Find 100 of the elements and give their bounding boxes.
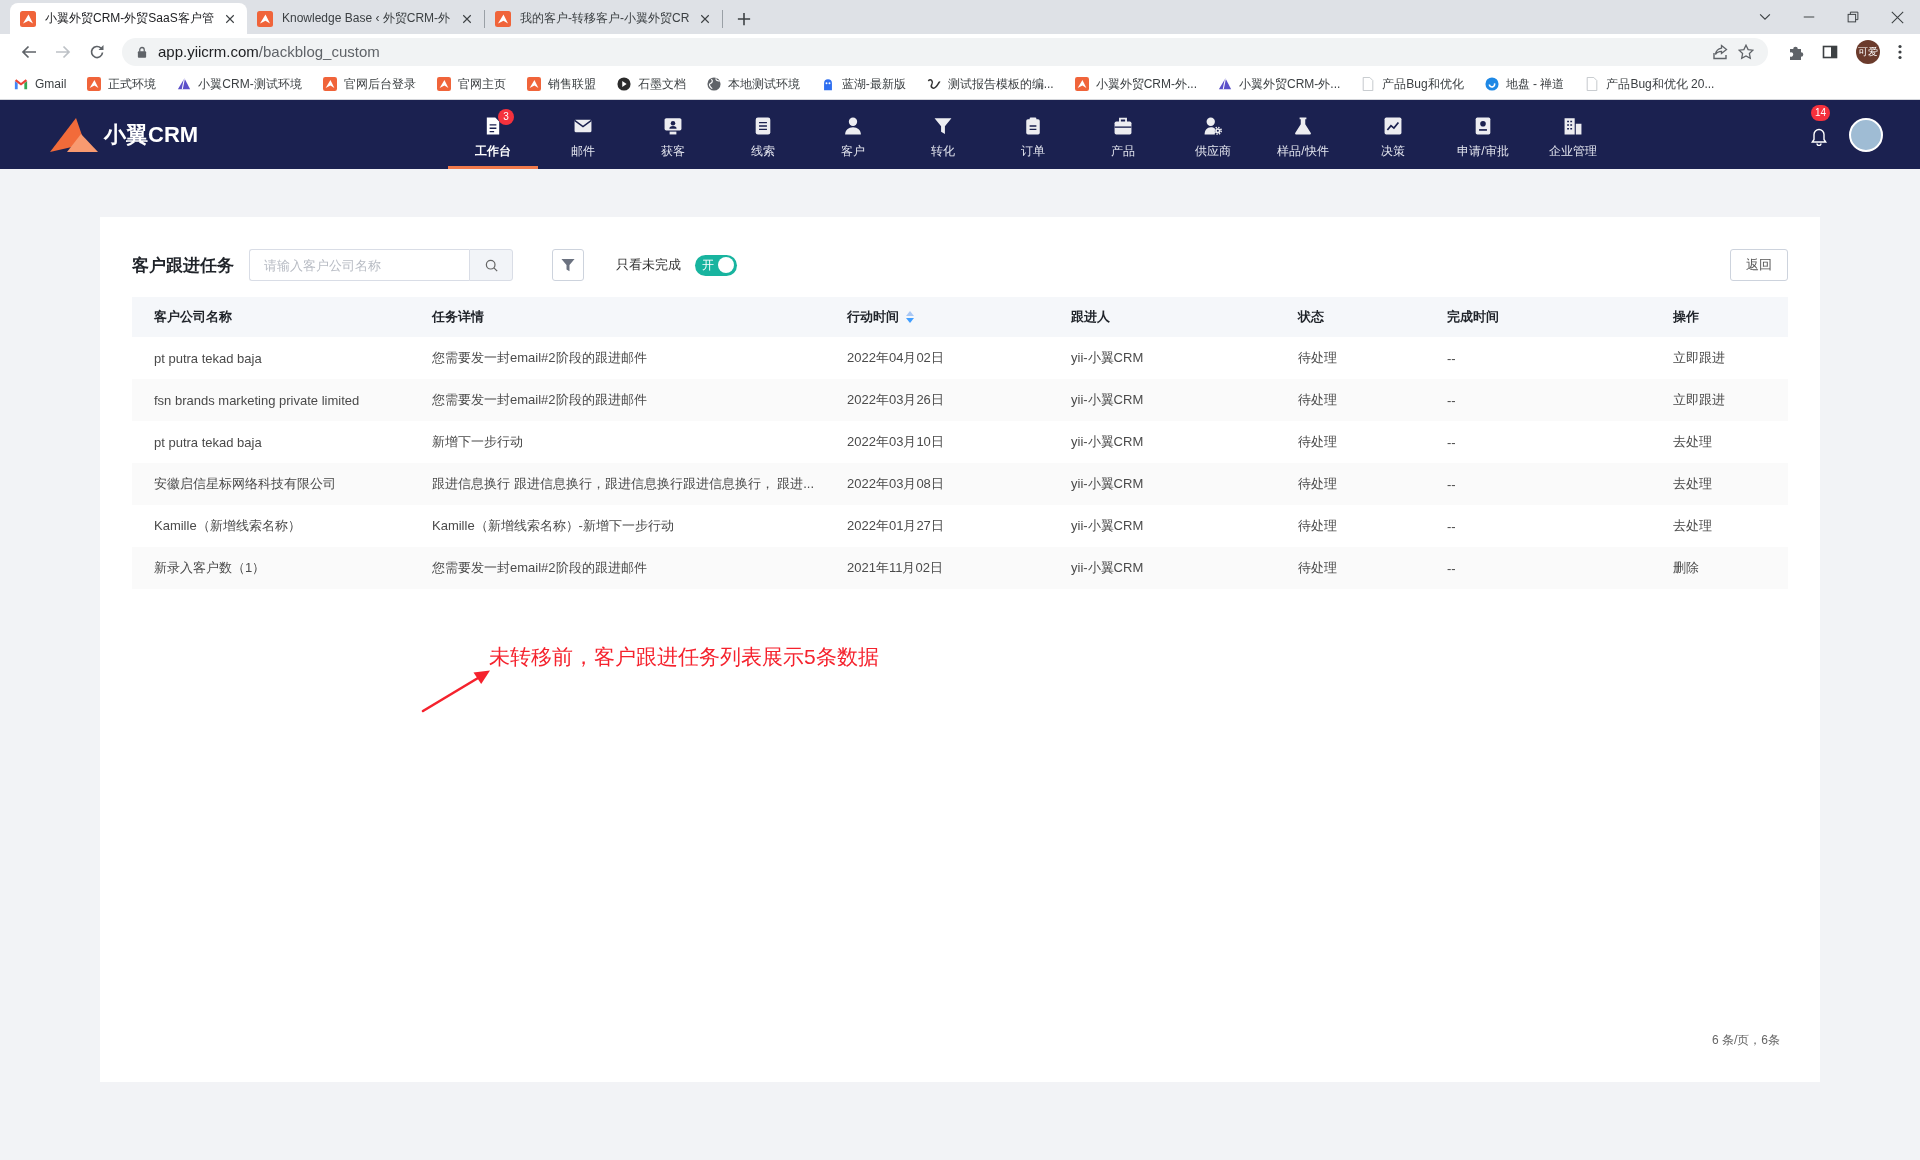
- nav-tab[interactable]: 客户: [808, 100, 898, 169]
- bookmark[interactable]: 小翼CRM-测试环境: [177, 75, 302, 93]
- side-panel-icon[interactable]: [1822, 43, 1838, 60]
- table-cell-text: 新录入客户数（1）: [153, 559, 267, 577]
- triangle-logo-icon: [526, 77, 541, 91]
- close-icon[interactable]: [462, 13, 472, 24]
- nav-tab[interactable]: 线索: [718, 100, 808, 169]
- table-cell-text: 2022年03月08日: [846, 475, 945, 493]
- table-cell-text: Kamille（新增线索名称）: [153, 517, 302, 535]
- action-link[interactable]: 去处理: [1673, 433, 1712, 451]
- lock-icon[interactable]: [136, 45, 148, 58]
- new-tab-plus-icon[interactable]: [737, 11, 751, 26]
- bookmark[interactable]: 蓝湖-最新版: [820, 75, 906, 93]
- table-cell-text: --: [1446, 349, 1457, 368]
- bookmark[interactable]: 石墨文档: [616, 75, 686, 93]
- nav-tab[interactable]: 订单: [988, 100, 1078, 169]
- bookmark[interactable]: 产品Bug和优化: [1361, 75, 1464, 93]
- panel-title: 客户跟进任务: [132, 254, 234, 277]
- document-icon: [484, 117, 502, 135]
- logo-icon[interactable]: [50, 117, 98, 152]
- pagination-info: 6 条/页，6条: [1712, 1032, 1780, 1049]
- bookmark[interactable]: 本地测试环境: [706, 75, 800, 93]
- building-icon: [1564, 117, 1582, 135]
- action-link[interactable]: 去处理: [1673, 517, 1712, 535]
- table-cell-text: --: [1446, 475, 1457, 494]
- reload-icon[interactable]: [89, 43, 105, 60]
- table-cell-text: 跟进信息换行 跟进信息换行，跟进信息换行跟进信息换行， 跟进...: [431, 475, 816, 493]
- restore-icon[interactable]: [1847, 11, 1859, 23]
- sort-icon[interactable]: [906, 311, 914, 323]
- annotation-arrow: [420, 668, 492, 714]
- bookmark[interactable]: 官网主页: [436, 75, 506, 93]
- funnel-icon: [934, 117, 952, 135]
- nav-tab[interactable]: 样品/快件: [1258, 100, 1348, 169]
- column-header: 状态: [1298, 308, 1324, 326]
- close-icon[interactable]: [225, 13, 235, 24]
- filter-button[interactable]: [552, 249, 584, 281]
- profile-avatar[interactable]: 可爱: [1856, 39, 1880, 64]
- table-cell-text: yii-小翼CRM: [1070, 391, 1145, 409]
- bookmark[interactable]: 正式环境: [87, 75, 157, 93]
- triangle-icon: [177, 77, 192, 91]
- browser-tab[interactable]: 小翼外贸CRM-外贸SaaS客户管: [10, 3, 247, 34]
- column-header: 操作: [1673, 308, 1699, 326]
- chevron-down-icon[interactable]: [1759, 11, 1771, 23]
- swirl-icon: [1484, 77, 1499, 91]
- bookmark[interactable]: Gmail: [14, 77, 67, 91]
- bell-icon[interactable]: [1811, 127, 1827, 146]
- envelope-icon: [574, 117, 592, 135]
- action-link[interactable]: 立即跟进: [1673, 349, 1725, 367]
- flask-icon: [1294, 117, 1312, 135]
- table-cell-text: 您需要发一封email#2阶段的跟进邮件: [431, 391, 648, 409]
- nav-tab[interactable]: 工作台 3: [448, 100, 538, 169]
- triangle-logo-icon: [495, 10, 511, 27]
- avatar-image[interactable]: [1849, 117, 1883, 152]
- nav-tab[interactable]: 供应商: [1168, 100, 1258, 169]
- search-icon: [484, 258, 498, 272]
- nav-tab[interactable]: 产品: [1078, 100, 1168, 169]
- triangle-logo-icon: [322, 77, 337, 91]
- column-header: 客户公司名称: [154, 308, 232, 326]
- table-cell-text: pt putra tekad baja: [153, 349, 263, 368]
- nav-tab[interactable]: 企业管理: [1528, 100, 1618, 169]
- table-cell-text: 待处理: [1297, 433, 1338, 451]
- bookmark[interactable]: 测试报告模板的编...: [926, 75, 1054, 93]
- nav-tab[interactable]: 申请/审批: [1438, 100, 1528, 169]
- squiggle-icon: [926, 77, 941, 91]
- triangle-logo-icon: [20, 10, 36, 27]
- triangle-logo-icon: [436, 77, 451, 91]
- action-link[interactable]: 去处理: [1673, 475, 1712, 493]
- close-icon[interactable]: [700, 13, 710, 24]
- table-cell-text: 安徽启信星标网络科技有限公司: [153, 475, 337, 493]
- share-icon[interactable]: [1712, 43, 1728, 60]
- bookmark[interactable]: 小翼外贸CRM-外...: [1074, 75, 1197, 93]
- back-button[interactable]: 返回: [1730, 249, 1788, 281]
- close-icon[interactable]: [1891, 10, 1904, 24]
- logo-text: 小翼CRM: [104, 120, 199, 149]
- nav-tab[interactable]: 获客: [628, 100, 718, 169]
- more-menu-icon[interactable]: [1898, 43, 1902, 60]
- bookmark[interactable]: 地盘 - 禅道: [1484, 75, 1565, 93]
- toggle-label: 只看未完成: [616, 256, 681, 274]
- gmail-icon: [14, 77, 28, 91]
- action-link[interactable]: 立即跟进: [1673, 391, 1725, 409]
- browser-tab[interactable]: 我的客户-转移客户-小翼外贸CR: [485, 3, 722, 34]
- back-arrow-icon[interactable]: [21, 43, 37, 60]
- nav-tab[interactable]: 决策: [1348, 100, 1438, 169]
- triangle-logo-icon: [257, 10, 273, 27]
- table-cell-text: 2022年04月02日: [846, 349, 945, 367]
- briefcase-icon: [1114, 117, 1132, 135]
- star-icon[interactable]: [1738, 43, 1754, 60]
- bookmark[interactable]: 官网后台登录: [322, 75, 416, 93]
- bookmark[interactable]: 产品Bug和优化 20...: [1585, 75, 1715, 93]
- search-field[interactable]: 请输入客户公司名称: [249, 249, 469, 281]
- browser-tab[interactable]: Knowledge Base ‹ 外贸CRM-外: [247, 3, 484, 34]
- line-chart-icon: [1384, 117, 1402, 135]
- list-icon: [754, 117, 772, 135]
- monitor-icon: [664, 117, 682, 135]
- action-link[interactable]: 删除: [1673, 559, 1699, 577]
- triangle-icon: [1218, 77, 1232, 91]
- bookmark[interactable]: 小翼外贸CRM-外...: [1218, 75, 1341, 93]
- bookmark[interactable]: 销售联盟: [526, 75, 596, 93]
- nav-tab[interactable]: 转化: [898, 100, 988, 169]
- nav-tab[interactable]: 邮件: [538, 100, 628, 169]
